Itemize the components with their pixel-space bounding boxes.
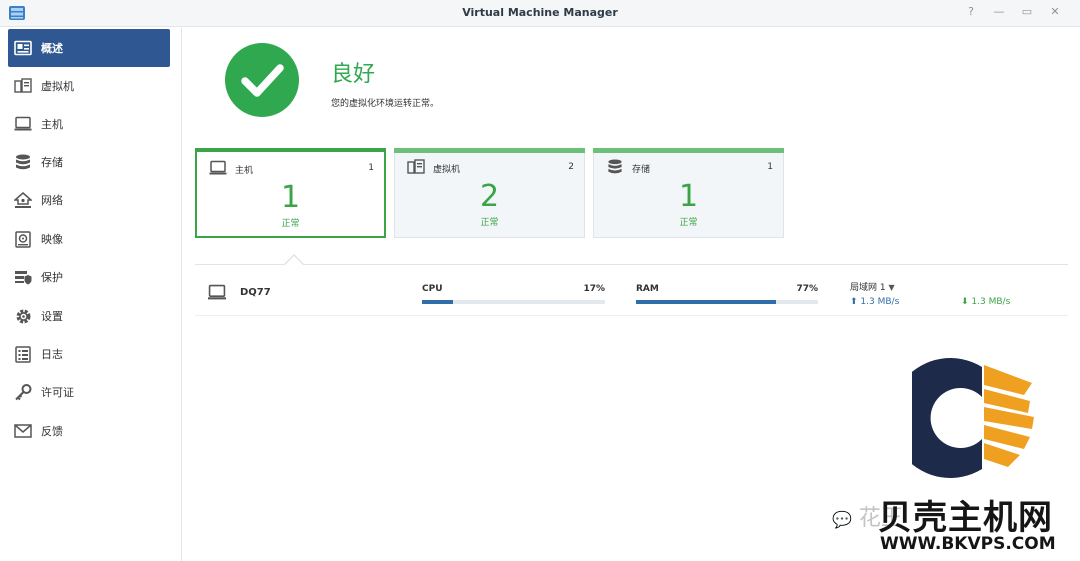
host-icon bbox=[207, 284, 227, 300]
brand-name: 贝壳主机网 bbox=[878, 498, 1053, 538]
sidebar-item-log[interactable]: 日志 bbox=[8, 335, 170, 373]
sidebar-item-overview[interactable]: 概述 bbox=[8, 29, 170, 67]
card-number: 2 bbox=[479, 179, 500, 214]
card-count: 2 bbox=[568, 162, 574, 172]
close-icon[interactable]: ✕ bbox=[1048, 5, 1062, 19]
vm-icon bbox=[407, 159, 425, 174]
vm-icon bbox=[14, 77, 32, 95]
selection-caret-inner bbox=[285, 256, 303, 265]
upload-value: 1.3 MB/s bbox=[860, 297, 900, 307]
protection-icon bbox=[14, 268, 32, 286]
sidebar-item-label: 保护 bbox=[41, 271, 63, 284]
network-icon bbox=[14, 191, 32, 209]
sidebar-item-label: 虚拟机 bbox=[41, 80, 74, 93]
card-name: 虚拟机 bbox=[433, 165, 461, 175]
sidebar-item-storage[interactable]: 存储 bbox=[8, 143, 170, 181]
sidebar-item-settings[interactable]: 设置 bbox=[8, 297, 170, 335]
sidebar-item-license[interactable]: 许可证 bbox=[8, 373, 170, 411]
minimize-icon[interactable]: — bbox=[992, 5, 1006, 19]
image-icon bbox=[14, 230, 32, 248]
sidebar-item-protection[interactable]: 保护 bbox=[8, 258, 170, 296]
sidebar-item-label: 反馈 bbox=[41, 425, 63, 438]
card-state: 正常 bbox=[281, 219, 300, 229]
window-title: Virtual Machine Manager bbox=[462, 6, 618, 19]
sidebar-item-label: 日志 bbox=[41, 348, 63, 361]
feedback-icon bbox=[14, 422, 32, 440]
storage-icon bbox=[14, 153, 32, 171]
cpu-bar-fill bbox=[422, 300, 454, 304]
sidebar-item-label: 主机 bbox=[41, 118, 63, 131]
cpu-value: 17% bbox=[583, 284, 605, 294]
card-count: 1 bbox=[368, 163, 374, 173]
card-status-bar bbox=[593, 148, 784, 153]
sidebar-item-host[interactable]: 主机 bbox=[8, 105, 170, 143]
cpu-bar bbox=[422, 300, 605, 304]
card-state: 正常 bbox=[480, 218, 499, 228]
divider bbox=[195, 264, 1068, 265]
help-icon[interactable]: ? bbox=[964, 5, 978, 19]
status-ok-badge bbox=[225, 43, 299, 117]
checkmark-icon bbox=[241, 64, 284, 97]
host-icon bbox=[14, 115, 32, 133]
network-dropdown[interactable]: 局域网 1 ▼ bbox=[850, 280, 895, 293]
ram-bar-fill bbox=[636, 300, 777, 304]
host-row[interactable]: DQ77 CPU 17% RAM 77% 局域网 1 ▼ ⬆ 1.3 MB/s … bbox=[195, 272, 1068, 316]
status-title: 良好 bbox=[331, 62, 376, 87]
host-name: DQ77 bbox=[240, 287, 271, 298]
overview-icon bbox=[14, 39, 32, 57]
summary-card-storage[interactable]: 存储 1 1 正常 bbox=[593, 148, 784, 238]
card-number: 1 bbox=[678, 179, 699, 214]
upload-speed: ⬆ 1.3 MB/s bbox=[850, 297, 899, 307]
ram-value: 77% bbox=[796, 284, 818, 294]
main-content: 良好 您的虚拟化环境运转正常。 主机 1 1 正常 虚拟机 2 2 正常 存储 … bbox=[183, 28, 1080, 561]
card-status-bar bbox=[394, 148, 585, 153]
summary-card-host[interactable]: 主机 1 1 正常 bbox=[195, 148, 386, 238]
cpu-label: CPU bbox=[422, 284, 443, 294]
gear-icon bbox=[14, 307, 32, 325]
title-bar: Virtual Machine Manager ? — ▭ ✕ bbox=[0, 0, 1080, 27]
key-icon bbox=[14, 383, 32, 401]
sidebar-item-label: 设置 bbox=[41, 310, 63, 323]
network-label: 局域网 1 bbox=[850, 283, 886, 293]
wechat-icon: 💬 bbox=[832, 510, 852, 529]
sidebar-item-label: 映像 bbox=[41, 233, 63, 246]
sidebar-item-vm[interactable]: 虚拟机 bbox=[8, 67, 170, 105]
download-speed: ⬇ 1.3 MB/s bbox=[961, 297, 1010, 307]
log-icon bbox=[14, 345, 32, 363]
card-name: 主机 bbox=[235, 166, 254, 176]
sidebar-item-network[interactable]: 网络 bbox=[8, 181, 170, 219]
sidebar-item-image[interactable]: 映像 bbox=[8, 220, 170, 258]
sidebar: 概述 虚拟机 主机 存储 网络 映像 保护 设置 日志 许可证 反馈 bbox=[0, 28, 182, 561]
card-number: 1 bbox=[280, 180, 301, 215]
card-status-bar bbox=[195, 148, 386, 152]
ram-label: RAM bbox=[636, 284, 659, 294]
host-icon bbox=[209, 160, 227, 175]
card-state: 正常 bbox=[679, 218, 698, 228]
storage-icon bbox=[608, 159, 622, 174]
brand-url: WWW.BKVPS.COM bbox=[880, 534, 1056, 554]
card-name: 存储 bbox=[632, 165, 651, 175]
summary-card-vm[interactable]: 虚拟机 2 2 正常 bbox=[394, 148, 585, 238]
arrow-up-icon: ⬆ bbox=[850, 297, 858, 307]
card-count: 1 bbox=[767, 162, 773, 172]
arrow-down-icon: ⬇ bbox=[961, 297, 969, 307]
sidebar-item-label: 许可证 bbox=[41, 386, 74, 399]
maximize-icon[interactable]: ▭ bbox=[1020, 5, 1034, 19]
sidebar-item-feedback[interactable]: 反馈 bbox=[8, 412, 170, 450]
download-value: 1.3 MB/s bbox=[971, 297, 1011, 307]
status-description: 您的虚拟化环境运转正常。 bbox=[331, 99, 440, 109]
sidebar-item-label: 网络 bbox=[41, 194, 63, 207]
sidebar-item-label: 概述 bbox=[41, 42, 63, 55]
chevron-down-icon: ▼ bbox=[888, 283, 895, 292]
sidebar-item-label: 存储 bbox=[41, 156, 63, 169]
brand-logo bbox=[912, 358, 1034, 478]
ram-bar bbox=[636, 300, 818, 304]
